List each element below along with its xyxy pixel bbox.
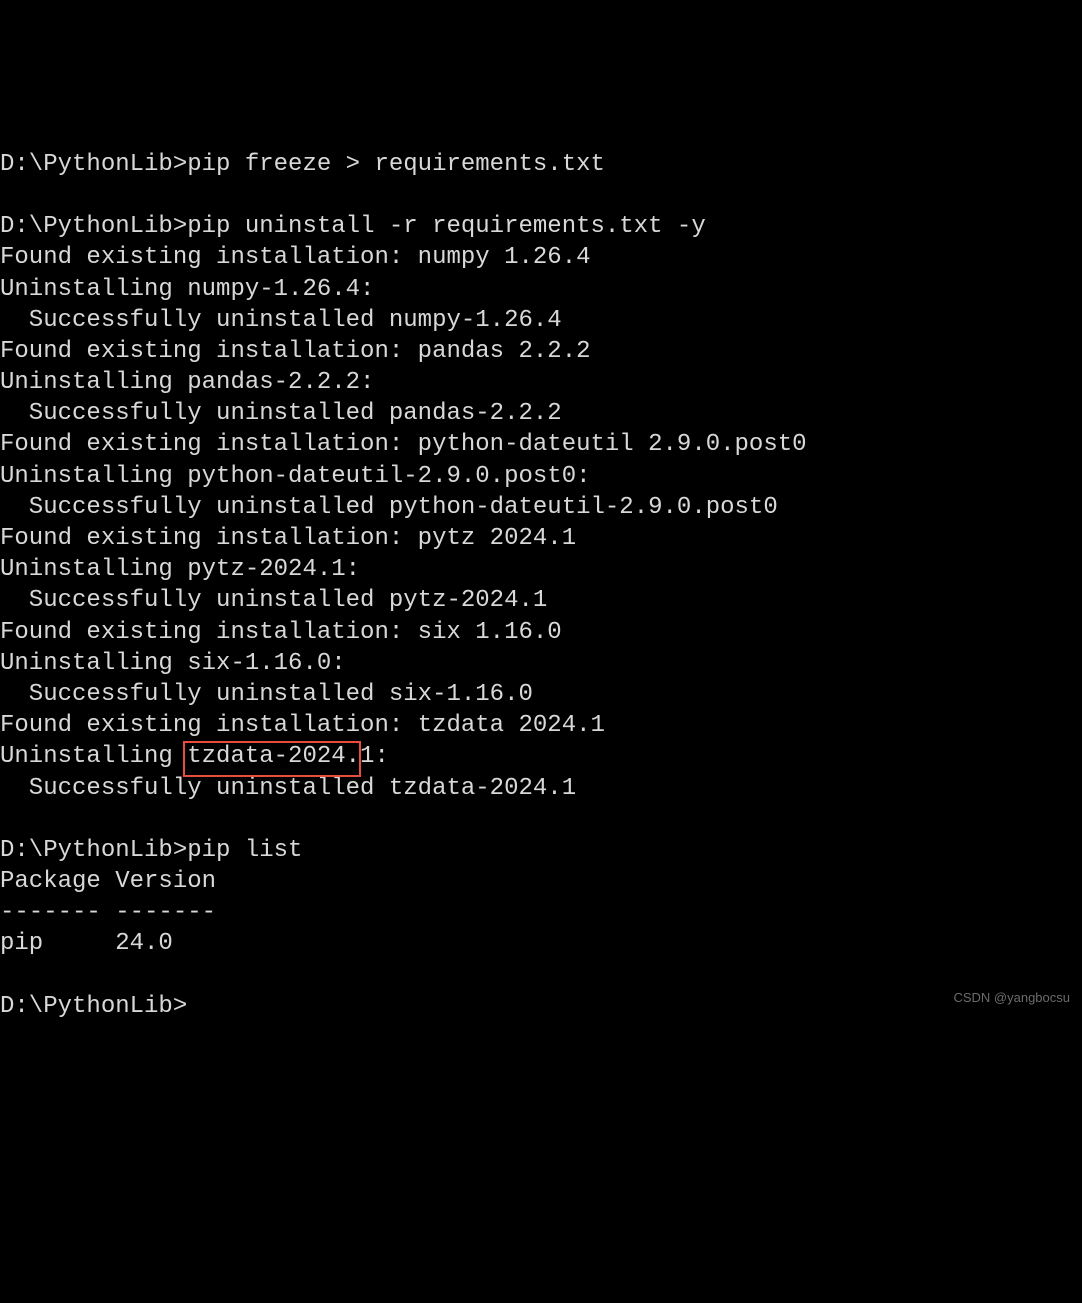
output-line: Successfully uninstalled pandas-2.2.2 <box>0 400 562 427</box>
output-line: Uninstalling pandas-2.2.2: <box>0 369 374 396</box>
output-line: Found existing installation: pandas 2.2.… <box>0 338 591 365</box>
output-line: Found existing installation: six 1.16.0 <box>0 619 562 646</box>
list-row: pip 24.0 <box>0 930 173 957</box>
output-line: Found existing installation: python-date… <box>0 431 807 458</box>
watermark: CSDN @yangbocsu <box>953 990 1070 1007</box>
output-line: Uninstalling six-1.16.0: <box>0 650 346 677</box>
output-line: Successfully uninstalled numpy-1.26.4 <box>0 307 562 334</box>
output-line: Uninstalling numpy-1.26.4: <box>0 276 374 303</box>
prompt: D:\PythonLib> <box>0 837 187 864</box>
list-header: Package Version <box>0 868 216 895</box>
list-divider: ------- ------- <box>0 899 216 926</box>
output-line: Successfully uninstalled pytz-2024.1 <box>0 587 547 614</box>
output-line: Uninstalling tzdata-2024.1: <box>0 743 389 770</box>
output-line: Found existing installation: pytz 2024.1 <box>0 525 576 552</box>
output-line: Uninstalling pytz-2024.1: <box>0 556 360 583</box>
output-line: Uninstalling python-dateutil-2.9.0.post0… <box>0 463 591 490</box>
command-uninstall: pip uninstall -r requirements.txt -y <box>187 213 705 240</box>
output-line: Found existing installation: tzdata 2024… <box>0 712 605 739</box>
output-line: Successfully uninstalled python-dateutil… <box>0 494 778 521</box>
output-line: Successfully uninstalled tzdata-2024.1 <box>0 775 576 802</box>
output-line: Successfully uninstalled six-1.16.0 <box>0 681 533 708</box>
terminal-output[interactable]: D:\PythonLib>pip freeze > requirements.t… <box>0 125 1082 1022</box>
prompt: D:\PythonLib> <box>0 213 187 240</box>
command-freeze: pip freeze > requirements.txt <box>187 151 605 178</box>
output-line: Found existing installation: numpy 1.26.… <box>0 244 591 271</box>
prompt: D:\PythonLib> <box>0 151 187 178</box>
prompt: D:\PythonLib> <box>0 993 187 1020</box>
command-list: pip list <box>187 837 302 864</box>
